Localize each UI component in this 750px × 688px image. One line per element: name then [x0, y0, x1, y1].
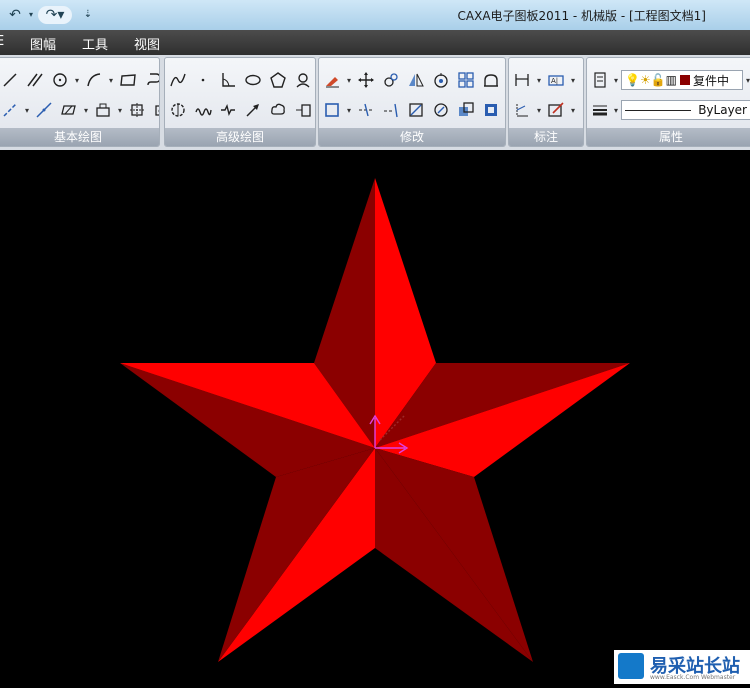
centerline-icon[interactable] — [0, 99, 21, 121]
centerline-dropdown-icon[interactable]: ▾ — [24, 106, 30, 115]
dimension-dropdown-icon[interactable]: ▾ — [536, 76, 542, 85]
slot-icon[interactable] — [292, 99, 314, 121]
linetype-combo[interactable]: ByLayer — [621, 100, 750, 120]
text-insert-dropdown-icon[interactable]: ▾ — [117, 106, 123, 115]
point-icon[interactable] — [192, 69, 214, 91]
extend-icon[interactable] — [380, 99, 402, 121]
coordinate-dropdown-icon[interactable]: ▾ — [536, 106, 542, 115]
mirror-icon[interactable] — [405, 69, 427, 91]
polyline-icon[interactable] — [33, 99, 55, 121]
delete-dropdown-icon[interactable]: ▾ — [346, 76, 352, 85]
array-icon[interactable] — [455, 69, 477, 91]
menu-item-tools[interactable]: 工具 — [82, 34, 108, 53]
layer-combo-value: 复件中 — [693, 73, 730, 88]
watermark-logo-icon — [618, 653, 644, 679]
rotate-icon[interactable] — [380, 69, 402, 91]
menu-item-view[interactable]: 视图 — [134, 34, 160, 53]
drawing-canvas[interactable] — [0, 150, 750, 684]
lock-icon[interactable]: 🔓 — [651, 73, 666, 87]
group-label-properties: 属性 — [587, 128, 750, 146]
break-icon[interactable] — [405, 99, 427, 121]
parallel-line-icon[interactable] — [24, 69, 46, 91]
image-icon[interactable] — [151, 99, 159, 121]
redo-icon[interactable]: ↷▾ — [38, 6, 72, 24]
group-properties: ▾ 💡 ☀ 🔓 ▥ 复件中 ▾ ▾ ByLayer 属性 — [586, 57, 750, 147]
watermark-subtext: www.Easck.Com Webmaster — [650, 674, 736, 681]
layer-color-swatch — [680, 75, 691, 85]
edit-dimension-icon[interactable] — [545, 99, 567, 121]
hatch-dropdown-icon[interactable]: ▾ — [83, 106, 89, 115]
undo-icon[interactable]: ↶ — [4, 6, 26, 24]
lineweight-dropdown-icon[interactable]: ▾ — [613, 106, 619, 115]
text-dropdown-icon[interactable]: ▾ — [570, 76, 576, 85]
hatch-tool-icon[interactable] — [58, 99, 80, 121]
circle-icon[interactable] — [49, 69, 71, 91]
angle-line-icon[interactable] — [217, 69, 239, 91]
group-label-basic-drawing: 基本绘图 — [0, 128, 159, 146]
arc-icon[interactable] — [83, 69, 105, 91]
select-dropdown-icon[interactable]: ▾ — [346, 106, 352, 115]
arc-dropdown-icon[interactable]: ▾ — [108, 76, 114, 85]
trim-icon[interactable] — [355, 99, 377, 121]
layer-manager-icon[interactable] — [589, 69, 611, 91]
block-icon[interactable] — [126, 99, 148, 121]
svg-text:A|: A| — [551, 77, 558, 85]
group-label-modify: 修改 — [319, 128, 505, 146]
group-advanced-drawing: 高级绘图 — [164, 57, 316, 147]
edit-dimension-dropdown-icon[interactable]: ▾ — [570, 106, 576, 115]
group-label-advanced-drawing: 高级绘图 — [165, 128, 315, 146]
ribbon: ▾ ▾ ▾ ▾ ▾ 基本绘图 高级绘图 ▾ ▾ 修改 ▾ A| ▾ ▾ ▾ 标注… — [0, 55, 750, 150]
polygon-icon[interactable] — [267, 69, 289, 91]
scale-icon[interactable] — [430, 69, 452, 91]
rectangle-icon[interactable] — [117, 69, 139, 91]
printer-icon[interactable]: ▥ — [666, 73, 677, 87]
move-icon[interactable] — [355, 69, 377, 91]
title-bar: ↶ ▾ ↷▾ ⇣ CAXA电子图板2011 - 机械版 - [工程图文档1] — [0, 0, 750, 31]
drawing-svg — [120, 178, 630, 662]
layer-combo-dropdown-icon[interactable]: ▾ — [745, 76, 750, 85]
circle-dropdown-icon[interactable]: ▾ — [74, 76, 80, 85]
sun-icon[interactable]: ☀ — [640, 73, 651, 87]
spline-curve-icon[interactable] — [142, 69, 159, 91]
linetype-preview — [625, 109, 691, 111]
arrow-icon[interactable] — [242, 99, 264, 121]
menu-item-sheet[interactable]: 图幅 — [30, 34, 56, 53]
spline-icon[interactable] — [167, 69, 189, 91]
linetype-combo-value: ByLayer — [698, 103, 747, 117]
center-hole-icon[interactable] — [292, 69, 314, 91]
line-icon[interactable] — [0, 69, 21, 91]
select-window-icon[interactable] — [321, 99, 343, 121]
fillet-icon[interactable] — [480, 69, 502, 91]
lineweight-icon[interactable] — [589, 99, 611, 121]
menu-bar: E 图幅 工具 视图 — [0, 30, 750, 55]
customize-icon[interactable]: ⇣ — [82, 6, 94, 24]
undo-dropdown-icon[interactable]: ▾ — [26, 6, 36, 24]
text-insert-icon[interactable] — [92, 99, 114, 121]
layer-combo[interactable]: 💡 ☀ 🔓 ▥ 复件中 — [621, 70, 743, 90]
layer-manager-dropdown-icon[interactable]: ▾ — [613, 76, 619, 85]
cloud-line-icon[interactable] — [267, 99, 289, 121]
watermark: 易采站长站 www.Easck.Com Webmaster — [614, 650, 750, 684]
delete-icon[interactable] — [321, 69, 343, 91]
window-title: CAXA电子图板2011 - 机械版 - [工程图文档1] — [457, 9, 706, 23]
coordinate-dimension-icon[interactable] — [511, 99, 533, 121]
group-modify: ▾ ▾ 修改 — [318, 57, 506, 147]
gear-icon[interactable] — [167, 99, 189, 121]
wavy-line-icon[interactable] — [192, 99, 214, 121]
ellipse-icon[interactable] — [242, 69, 264, 91]
chamfer-icon[interactable] — [430, 99, 452, 121]
stretch-icon[interactable] — [480, 99, 502, 121]
dimension-icon[interactable] — [511, 69, 533, 91]
lightbulb-icon[interactable]: 💡 — [625, 73, 640, 87]
text-icon[interactable]: A| — [545, 69, 567, 91]
group-dimension: ▾ A| ▾ ▾ ▾ 标注 — [508, 57, 584, 147]
group-basic-drawing: ▾ ▾ ▾ ▾ ▾ 基本绘图 — [0, 57, 160, 147]
menu-item-partial[interactable]: E — [0, 34, 4, 49]
break-line-icon[interactable] — [217, 99, 239, 121]
group-label-dimension: 标注 — [509, 128, 583, 146]
explode-icon[interactable] — [455, 99, 477, 121]
